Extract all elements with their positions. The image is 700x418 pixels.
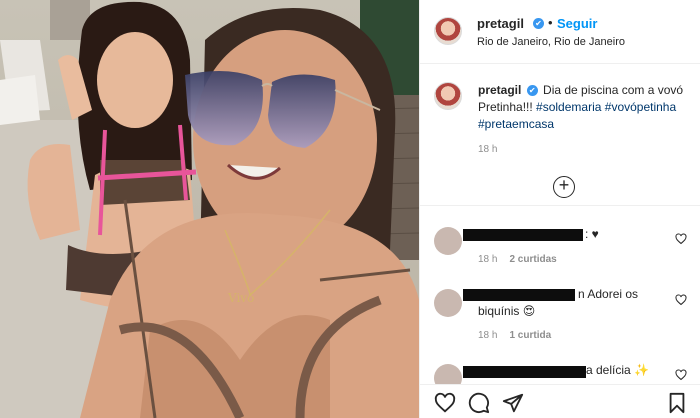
post-side-panel: pretagil ✔ • Seguir Rio de Janeiro, Rio … xyxy=(419,0,700,418)
comment-text: n Adorei os biquínis 😍 xyxy=(478,287,639,318)
redacted-username xyxy=(463,366,586,378)
follow-button[interactable]: Seguir xyxy=(557,16,597,31)
comment-icon[interactable] xyxy=(468,392,490,414)
caption-section: pretagil ✔ Dia de piscina com a vovó Pre… xyxy=(420,64,700,206)
post-photo[interactable]: Vivo xyxy=(0,0,419,418)
hashtag-vovopetinha[interactable]: #vovópetinha xyxy=(605,100,676,114)
separator-dot: • xyxy=(548,15,553,30)
post-header: pretagil ✔ • Seguir Rio de Janeiro, Rio … xyxy=(420,0,700,64)
comment-meta: 18 h 2 curtidas xyxy=(478,254,557,265)
comment-likes[interactable]: 1 curtida xyxy=(509,330,551,341)
comment-item: a delícia ✨ xyxy=(420,356,700,384)
photo-illustration: Vivo xyxy=(0,0,419,418)
comment-like-heart-icon[interactable] xyxy=(675,294,687,306)
svg-text:Vivo: Vivo xyxy=(227,291,254,305)
comment-text: : ♥ xyxy=(585,227,599,241)
redacted-username xyxy=(463,229,583,241)
comment-likes[interactable]: 2 curtidas xyxy=(509,254,556,265)
post-action-bar xyxy=(420,384,700,418)
comment-item: : ♥ 18 h 2 curtidas xyxy=(420,218,700,273)
load-more-comments-button[interactable]: + xyxy=(553,176,575,198)
hashtag-soldemaria[interactable]: #soldemaria xyxy=(536,100,601,114)
comment-like-heart-icon[interactable] xyxy=(675,369,687,381)
commenter-avatar[interactable] xyxy=(434,364,462,384)
verified-badge-icon: ✔ xyxy=(533,18,544,29)
commenter-avatar[interactable] xyxy=(434,289,462,317)
author-avatar[interactable] xyxy=(434,17,462,45)
comment-time: 18 h xyxy=(478,330,498,341)
author-username[interactable]: pretagil xyxy=(477,16,524,31)
comment-meta: 18 h 1 curtida xyxy=(478,330,551,341)
comment-item: n Adorei os biquínis 😍 18 h 1 curtida xyxy=(420,280,700,350)
caption-username[interactable]: pretagil xyxy=(478,83,521,97)
caption-timestamp: 18 h xyxy=(478,144,498,155)
plus-circle-icon: + xyxy=(558,175,570,195)
comment-time: 18 h xyxy=(478,254,498,265)
comment-text: a delícia ✨ xyxy=(586,363,649,377)
location-link[interactable]: Rio de Janeiro, Rio de Janeiro xyxy=(477,36,625,48)
hashtag-pretaemcasa[interactable]: #pretaemcasa xyxy=(478,117,554,131)
bookmark-icon[interactable] xyxy=(666,392,688,414)
heart-icon[interactable] xyxy=(434,392,456,414)
instagram-post: Vivo pretagil ✔ • Seguir Rio de Janeiro,… xyxy=(0,0,700,418)
commenter-avatar[interactable] xyxy=(434,227,462,255)
caption-text: pretagil ✔ Dia de piscina com a vovó Pre… xyxy=(478,82,688,133)
paper-plane-icon[interactable] xyxy=(502,392,524,414)
verified-badge-icon: ✔ xyxy=(526,85,538,96)
comment-like-heart-icon[interactable] xyxy=(675,233,687,245)
caption-avatar[interactable] xyxy=(434,82,462,110)
